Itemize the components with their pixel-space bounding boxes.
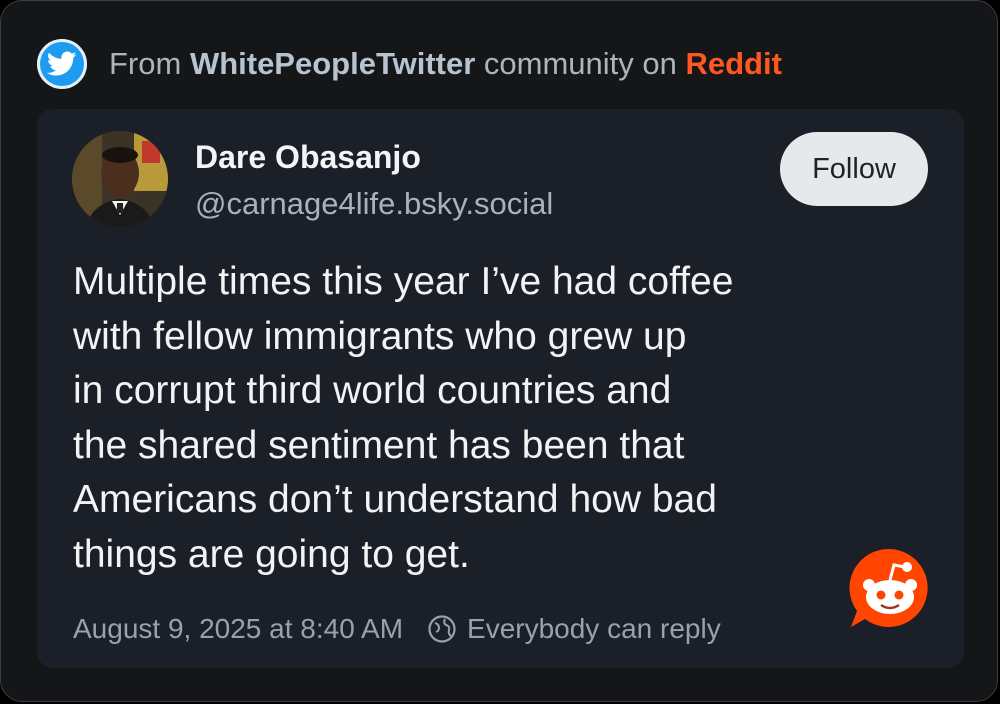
post-text-line: the shared sentiment has been that [73,423,685,467]
post-text-line: with fellow immigrants who grew up [73,314,687,358]
reddit-logo-icon [845,543,935,633]
author-name[interactable]: Dare Obasanjo [195,139,421,176]
post-text-line: in corrupt third world countries and [73,369,672,412]
post-text-line: Americans don’t understand how bad [73,478,717,521]
reddit-link[interactable]: Reddit [685,46,781,81]
source-header: From WhitePeopleTwitter community on Red… [37,39,782,89]
source-middle: community on [475,46,686,81]
reply-setting: Everybody can reply [467,613,721,644]
source-prefix: From [109,46,190,81]
embed-frame: From WhitePeopleTwitter community on Red… [0,0,998,702]
community-link[interactable]: WhitePeopleTwitter [190,46,475,81]
post-text-line: Multiple times this year I’ve had coffee [73,260,734,303]
follow-button[interactable]: Follow [780,132,928,206]
post-card: Dare Obasanjo @carnage4life.bsky.social … [37,109,964,668]
avatar[interactable] [72,131,168,227]
source-text: From WhitePeopleTwitter community on Red… [109,46,782,82]
author-handle[interactable]: @carnage4life.bsky.social [195,186,553,222]
post-meta: August 9, 2025 at 8:40 AM Everybody can … [73,609,721,649]
post-text: Multiple times this year I’ve had coffee… [73,255,893,582]
twitter-bird-icon [37,39,87,89]
globe-icon [427,614,457,644]
post-text-line: things are going to get. [73,532,470,576]
post-timestamp[interactable]: August 9, 2025 at 8:40 AM [73,613,403,645]
